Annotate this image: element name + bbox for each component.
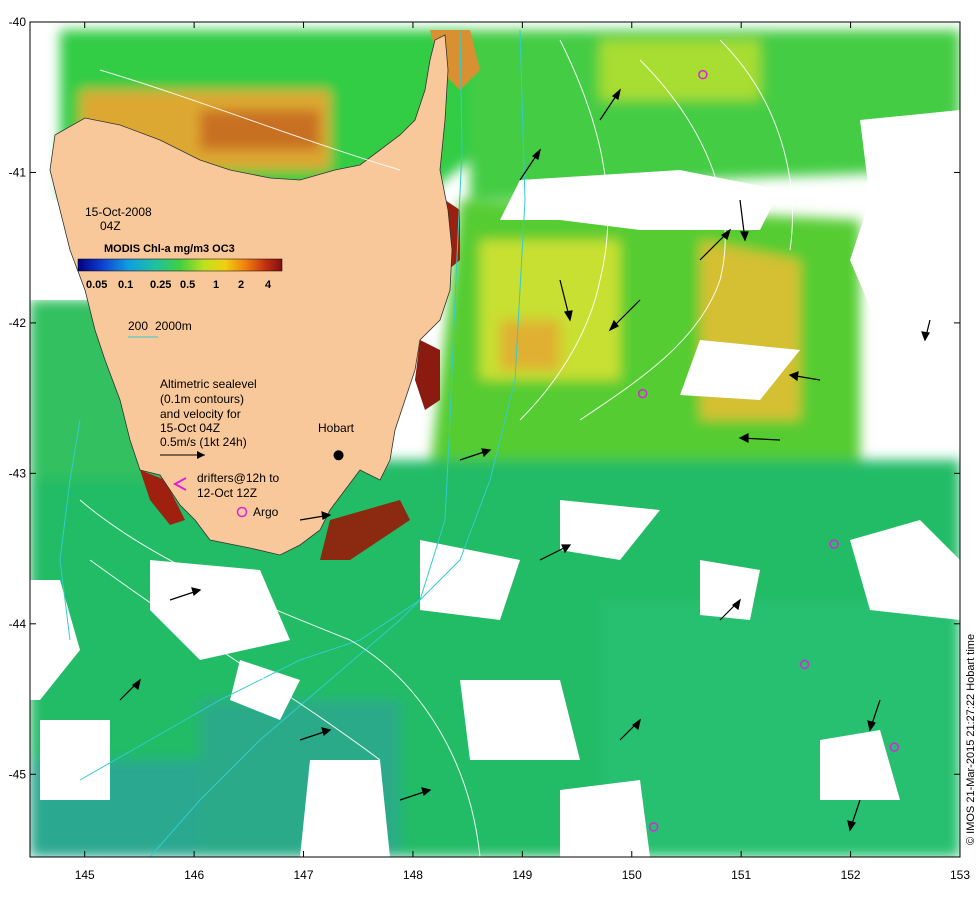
colorbar-title: MODIS Chl-a mg/m3 OC3: [104, 243, 235, 255]
longitude-tick-label: 145: [75, 868, 95, 882]
bathy-2000-label: 2000m: [155, 319, 192, 333]
date-label: 15-Oct-2008: [85, 205, 152, 219]
longitude-tick-label: 151: [731, 868, 751, 882]
colorbar-tick: 2: [238, 279, 244, 291]
colorbar-tick: 0.1: [118, 279, 133, 291]
colorbar-tick: 0.5: [180, 279, 195, 291]
longitude-tick-label: 150: [622, 868, 642, 882]
latitude-tick-label: -42: [9, 316, 27, 330]
latitude-tick-label: -40: [9, 15, 27, 29]
credit-label: © IMOS 21-Mar-2015 21:27:22 Hobart time: [965, 634, 977, 845]
longitude-tick-label: 152: [841, 868, 861, 882]
colorbar: [77, 258, 283, 272]
latitude-tick-label: -43: [9, 466, 27, 480]
latitude-tick-label: -44: [9, 617, 27, 631]
latitude-tick-label: -45: [9, 767, 27, 781]
longitude-tick-label: 153: [950, 868, 970, 882]
sealevel-legend-line: 0.5m/s (1kt 24h): [160, 435, 247, 449]
colorbar-tick: 1: [213, 279, 219, 291]
longitude-tick-label: 146: [184, 868, 204, 882]
hobart-marker: [333, 450, 344, 461]
sealevel-legend-line: and velocity for: [160, 407, 241, 421]
hobart-label: Hobart: [318, 421, 355, 435]
colorbar-tick: 0.25: [150, 279, 171, 291]
longitude-tick-label: 147: [294, 868, 314, 882]
drifters-label: drifters@12h to: [197, 471, 280, 485]
drifters-label: 12-Oct 12Z: [197, 486, 257, 500]
colorbar-tick: 4: [265, 279, 272, 291]
longitude-tick-label: 149: [512, 868, 532, 882]
bathy-200-label: 200: [128, 319, 148, 333]
sealevel-legend-line: 15-Oct 04Z: [160, 421, 220, 435]
time-label: 04Z: [100, 219, 121, 233]
ocean-map: 145 146 147 148 149 150 151 152 153 -40 -41 -42 -43…: [9, 15, 977, 882]
sealevel-legend-line: Altimetric sealevel: [160, 377, 257, 391]
longitude-tick-label: 148: [403, 868, 423, 882]
argo-label: Argo: [253, 505, 279, 519]
sealevel-legend-line: (0.1m contours): [160, 392, 244, 406]
latitude-tick-label: -41: [9, 165, 27, 179]
colorbar-tick: 0.05: [86, 279, 107, 291]
